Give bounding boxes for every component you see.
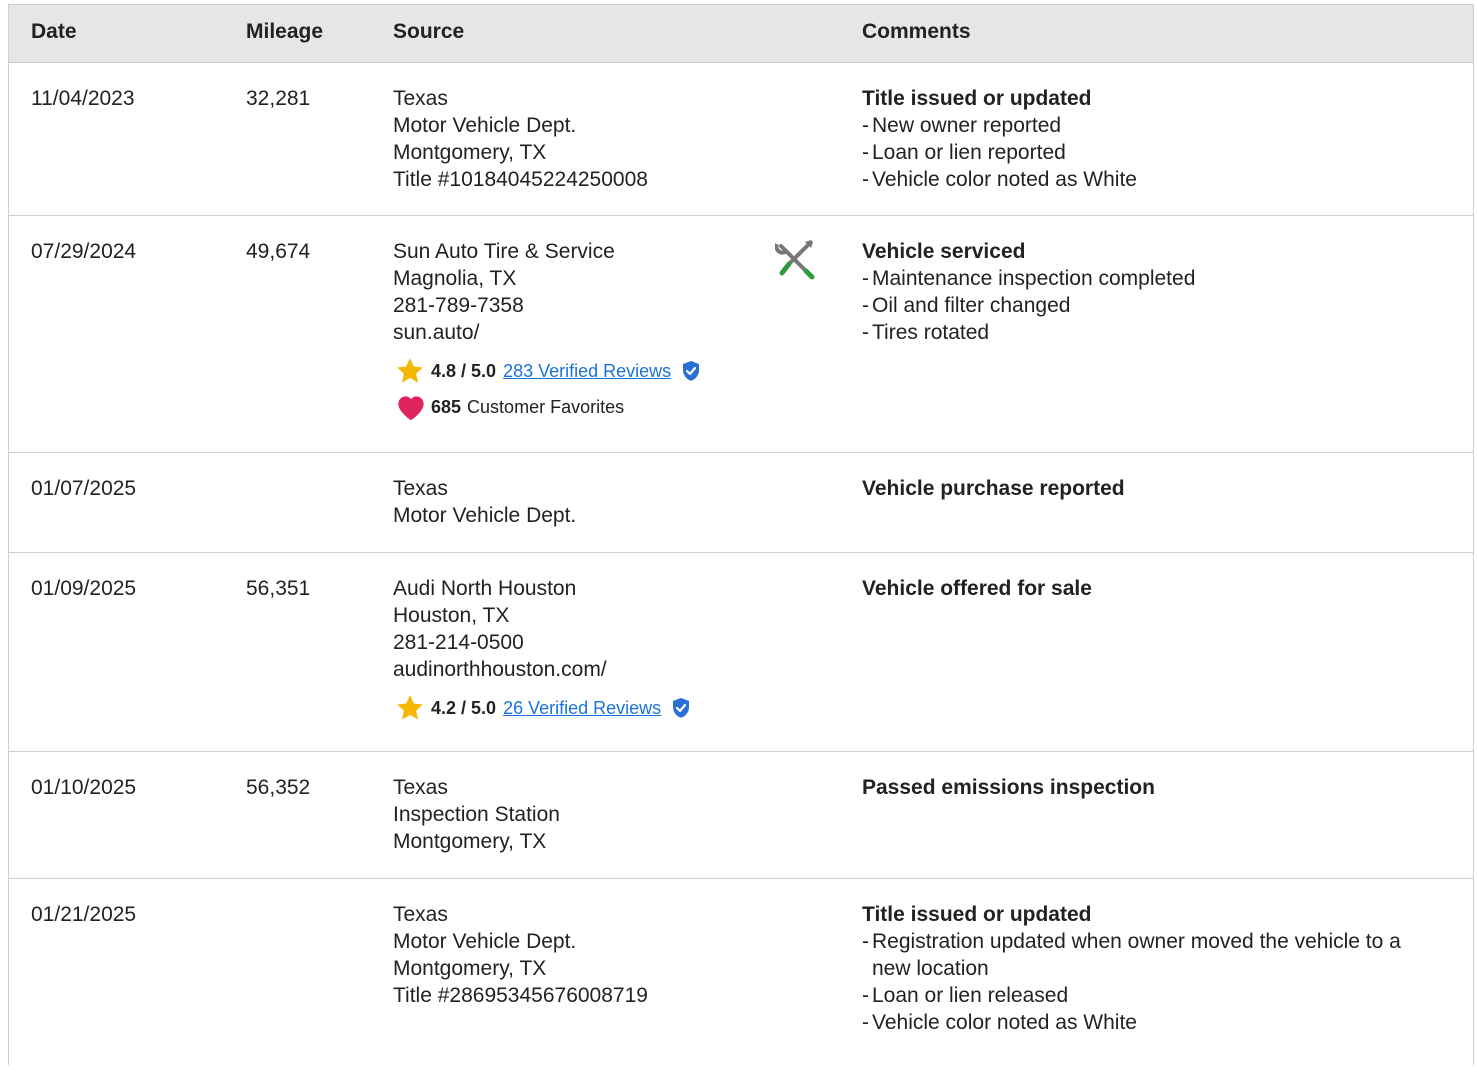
verified-shield-icon [673,698,690,718]
source-line: Motor Vehicle Dept. [393,930,577,953]
vehicle-history-table: Date Mileage Source Comments 11/04/2023 … [8,4,1474,1065]
comment-item: Loan or lien reported [862,139,1453,166]
shop-rating: 4.8 / 5.0 283 Verified Reviews [393,358,701,384]
row-mileage: 56,352 [246,776,311,799]
row-mileage: 56,351 [246,577,311,600]
comment-item: Registration updated when owner moved th… [862,928,1442,982]
comment-item: Oil and filter changed [862,292,1453,319]
source-line: Texas [393,477,448,500]
customer-favorites: 685 Customer Favorites [393,394,701,421]
wrench-screwdriver-icon [774,238,817,287]
source-line: Sun Auto Tire & Service [393,240,615,263]
table-row: 07/29/2024 49,674 Sun Auto Tire & Servic… [9,216,1473,453]
verified-shield-icon [683,361,700,381]
row-source: Texas Motor Vehicle Dept. [393,475,576,529]
comment-title: Passed emissions inspection [862,776,1155,799]
source-line: Audi North Houston [393,577,577,600]
row-source: Audi North Houston Houston, TX 281-214-0… [393,575,691,721]
row-source: Texas Motor Vehicle Dept. Montgomery, TX… [393,85,648,193]
comment-title: Vehicle purchase reported [862,477,1125,500]
row-date: 07/29/2024 [31,240,137,263]
favorites-count: 685 [431,396,462,417]
rating-score: 4.8 / 5.0 [431,360,497,381]
comment-item: Tires rotated [862,319,1453,346]
source-line: 281-789-7358 [393,294,524,317]
row-comments: Title issued or updated Registration upd… [862,901,1442,1036]
row-mileage: 49,674 [246,240,311,263]
comment-item: Vehicle color noted as White [862,1009,1442,1036]
heart-icon [398,396,424,421]
source-line: Motor Vehicle Dept. [393,114,577,137]
source-line: sun.auto/ [393,321,480,344]
table-header: Date Mileage Source Comments [9,5,1473,63]
row-source: Texas Inspection Station Montgomery, TX [393,774,560,855]
source-line: Motor Vehicle Dept. [393,504,577,527]
comment-title: Title issued or updated [862,87,1092,110]
source-line: Texas [393,776,448,799]
table-row: 01/09/2025 56,351 Audi North Houston Hou… [9,553,1473,752]
source-line: Montgomery, TX [393,957,547,980]
source-line: Magnolia, TX [393,267,517,290]
table-row: 01/07/2025 Texas Motor Vehicle Dept. Veh… [9,453,1473,553]
header-mileage: Mileage [246,20,324,43]
row-source: Sun Auto Tire & Service Magnolia, TX 281… [393,238,701,421]
verified-reviews-link[interactable]: 283 Verified Reviews [503,358,671,385]
source-line: Title #10184045224250008 [393,168,648,191]
row-date: 01/09/2025 [31,577,137,600]
row-source: Texas Motor Vehicle Dept. Montgomery, TX… [393,901,648,1009]
source-line: Montgomery, TX [393,830,547,853]
star-icon [397,358,423,383]
comment-item: Vehicle color noted as White [862,166,1453,193]
row-comments: Passed emissions inspection [862,774,1453,801]
comment-item: New owner reported [862,112,1453,139]
row-date: 01/10/2025 [31,776,137,799]
favorites-label: Customer Favorites [467,396,625,417]
table-row: 11/04/2023 32,281 Texas Motor Vehicle De… [9,63,1473,216]
source-line: audinorthhouston.com/ [393,658,607,681]
comment-title: Title issued or updated [862,903,1092,926]
table-row: 01/10/2025 56,352 Texas Inspection Stati… [9,752,1473,879]
source-line: Houston, TX [393,604,510,627]
header-source: Source [393,20,465,43]
header-date: Date [31,20,77,43]
comment-title: Vehicle serviced [862,240,1026,263]
table-row: 01/21/2025 Texas Motor Vehicle Dept. Mon… [9,879,1473,1079]
star-icon [397,695,423,720]
source-line: Texas [393,903,448,926]
rating-score: 4.2 / 5.0 [431,697,497,718]
source-line: 281-214-0500 [393,631,524,654]
row-comments: Vehicle purchase reported [862,475,1453,502]
source-line: Montgomery, TX [393,141,547,164]
verified-reviews-link[interactable]: 26 Verified Reviews [503,695,661,722]
source-line: Inspection Station [393,803,560,826]
source-line: Texas [393,87,448,110]
comment-item: Maintenance inspection completed [862,265,1453,292]
row-comments: Vehicle serviced Maintenance inspection … [862,238,1453,346]
row-comments: Title issued or updated New owner report… [862,85,1453,193]
row-mileage: 32,281 [246,87,311,110]
row-date: 11/04/2023 [31,87,135,110]
row-date: 01/21/2025 [31,903,137,926]
header-comments: Comments [862,20,971,43]
row-comments: Vehicle offered for sale [862,575,1453,602]
source-line: Title #28695345676008719 [393,984,648,1007]
row-date: 01/07/2025 [31,477,137,500]
shop-rating: 4.2 / 5.0 26 Verified Reviews [393,695,691,721]
comment-item: Loan or lien released [862,982,1442,1009]
comment-title: Vehicle offered for sale [862,577,1092,600]
